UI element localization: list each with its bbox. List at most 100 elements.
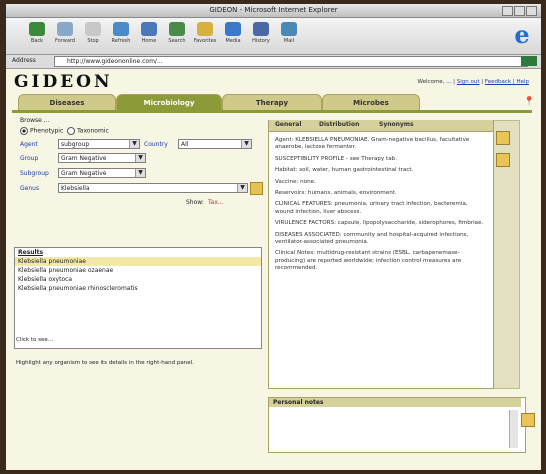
- show-label: Show:: [186, 199, 204, 206]
- detail-paragraph: Reservoirs: humans, animals, environment…: [275, 190, 397, 197]
- tab-underline: [12, 110, 532, 113]
- chevron-down-icon: ▼: [135, 169, 145, 177]
- radio-phenotypic-label: Phenotypic: [30, 127, 64, 135]
- home-icon: [141, 22, 157, 36]
- back-arrow-button[interactable]: Back: [24, 22, 50, 50]
- media-icon: [225, 22, 241, 36]
- details-text: Agent: KLEBSIELLA PNEUMONIAE. Gram-negat…: [275, 137, 485, 277]
- footer-help: Highlight any organism to see its detail…: [16, 360, 194, 366]
- tab-diseases[interactable]: Diseases: [18, 94, 116, 111]
- notes-header: Personal notes: [269, 398, 521, 407]
- results-list[interactable]: Results Klebsiella pneumoniae Klebsiella…: [14, 247, 262, 349]
- help-links[interactable]: Feedback | Help: [485, 79, 529, 85]
- tab-distribution[interactable]: Distribution: [319, 121, 359, 128]
- media-button[interactable]: Media: [220, 22, 246, 50]
- minimize-button[interactable]: [502, 6, 513, 16]
- maximize-button[interactable]: [514, 6, 525, 16]
- window-title: GIDEON - Microsoft Internet Explorer: [209, 6, 338, 14]
- subgroup-select[interactable]: Gram Negative ▼: [58, 168, 146, 178]
- top-links: Welcome, ... | Sign out | Feedback | Hel…: [417, 79, 529, 85]
- main-tabs: Diseases Microbiology Therapy Microbes: [12, 94, 532, 111]
- radio-phenotypic[interactable]: [20, 127, 28, 135]
- title-bar: GIDEON - Microsoft Internet Explorer: [6, 4, 541, 18]
- show-value[interactable]: Tax...: [208, 199, 224, 206]
- toolbar-label: Favorites: [193, 38, 217, 44]
- save-icon[interactable]: [496, 153, 510, 167]
- chevron-down-icon: ▼: [237, 184, 247, 192]
- stop-button[interactable]: Stop: [80, 22, 106, 50]
- detail-paragraph: Vaccine: none.: [275, 178, 316, 185]
- detail-paragraph: Habitat: soil, water, human gastrointest…: [275, 167, 414, 174]
- toolbar-label: Refresh: [111, 38, 131, 44]
- mode-radios: Phenotypic Taxonomic: [20, 127, 109, 135]
- forward-arrow-button[interactable]: Forward: [52, 22, 78, 50]
- chevron-down-icon: ▼: [135, 154, 145, 162]
- toolbar-label: Stop: [87, 38, 99, 44]
- agent-select[interactable]: subgroup ▼: [58, 139, 140, 149]
- radio-taxonomic[interactable]: [67, 127, 76, 135]
- genus-label: Genus: [20, 185, 40, 192]
- country-label: Country: [144, 141, 168, 148]
- search-icon: [169, 22, 185, 36]
- detail-paragraph: Agent: KLEBSIELLA PNEUMONIAE. Gram-negat…: [275, 137, 470, 151]
- chevron-down-icon: ▼: [241, 140, 251, 148]
- radio-taxonomic-label: Taxonomic: [77, 127, 109, 135]
- sign-out-link[interactable]: Sign out: [457, 79, 480, 85]
- refresh-icon: [113, 22, 129, 36]
- subgroup-label: Subgroup: [20, 170, 49, 177]
- toolbar-label: Forward: [54, 38, 76, 44]
- section-label: Browse ...: [20, 117, 50, 124]
- print-icon[interactable]: [496, 131, 510, 145]
- toolbar-label: Mail: [283, 38, 295, 44]
- list-item[interactable]: Klebsiella oxytoca: [15, 275, 261, 284]
- save-notes-button[interactable]: [521, 413, 535, 427]
- toolbar-label: Media: [225, 38, 241, 44]
- pin-icon[interactable]: 📍: [524, 97, 535, 107]
- list-item[interactable]: Klebsiella pneumoniae: [15, 257, 261, 266]
- list-item[interactable]: Klebsiella pneumoniae ozaenae: [15, 266, 261, 275]
- detail-paragraph: DISEASES ASSOCIATED: community and hospi…: [275, 231, 469, 246]
- mail-button[interactable]: Mail: [276, 22, 302, 50]
- address-field[interactable]: http://www.gideononline.com/...: [54, 56, 528, 67]
- welcome-text: Welcome, ... |: [417, 79, 457, 85]
- country-select[interactable]: All ▼: [178, 139, 252, 149]
- list-item[interactable]: Klebsiella pneumoniae rhinoscleromatis: [15, 284, 261, 293]
- tab-synonyms[interactable]: Synonyms: [379, 121, 414, 128]
- detail-paragraph: VIRULENCE FACTORS: capsule, lipopolysacc…: [275, 220, 484, 227]
- genus-select[interactable]: Klebsiella ▼: [58, 183, 248, 193]
- back-arrow-icon: [29, 22, 45, 36]
- favorites-button[interactable]: Favorites: [192, 22, 218, 50]
- close-button[interactable]: [526, 6, 537, 16]
- subgroup-value: Gram Negative: [61, 170, 107, 177]
- details-tabs: General Distribution Synonyms: [269, 120, 493, 132]
- browser-toolbar: Back Forward Stop Refresh Home Search Favorite…: [6, 18, 541, 55]
- tab-general[interactable]: General: [275, 121, 301, 128]
- group-select[interactable]: Gram Negative ▼: [58, 153, 146, 163]
- detail-paragraph: Clinical Notes: multidrug-resistant stra…: [275, 250, 462, 272]
- search-button[interactable]: Search: [164, 22, 190, 50]
- browser-logo-icon: e: [514, 20, 530, 49]
- personal-notes[interactable]: Personal notes: [268, 397, 535, 453]
- toolbar-label: Home: [141, 38, 157, 44]
- toolbar-label: Back: [30, 38, 44, 44]
- mail-icon: [281, 22, 297, 36]
- refresh-button[interactable]: Refresh: [108, 22, 134, 50]
- history-icon: [253, 22, 269, 36]
- genus-go-button[interactable]: [250, 182, 263, 195]
- site-logo: GIDEON: [14, 72, 113, 92]
- group-label: Group: [20, 155, 39, 162]
- group-value: Gram Negative: [61, 155, 107, 162]
- notes-scrollbar[interactable]: [509, 410, 518, 448]
- tab-microbiology[interactable]: Microbiology: [116, 94, 222, 111]
- history-button[interactable]: History: [248, 22, 274, 50]
- home-button[interactable]: Home: [136, 22, 162, 50]
- tab-therapy[interactable]: Therapy: [222, 94, 322, 111]
- toolbar-label: Search: [168, 38, 186, 44]
- agent-value: subgroup: [61, 141, 90, 148]
- stop-icon: [85, 22, 101, 36]
- toolbar-label: History: [252, 38, 270, 44]
- tab-microbes[interactable]: Microbes: [322, 94, 420, 111]
- go-button[interactable]: [521, 56, 537, 66]
- details-panel: General Distribution Synonyms Agent: KLE…: [268, 120, 494, 389]
- detail-paragraph: SUSCEPTIBILITY PROFILE - see Therapy tab…: [275, 155, 397, 162]
